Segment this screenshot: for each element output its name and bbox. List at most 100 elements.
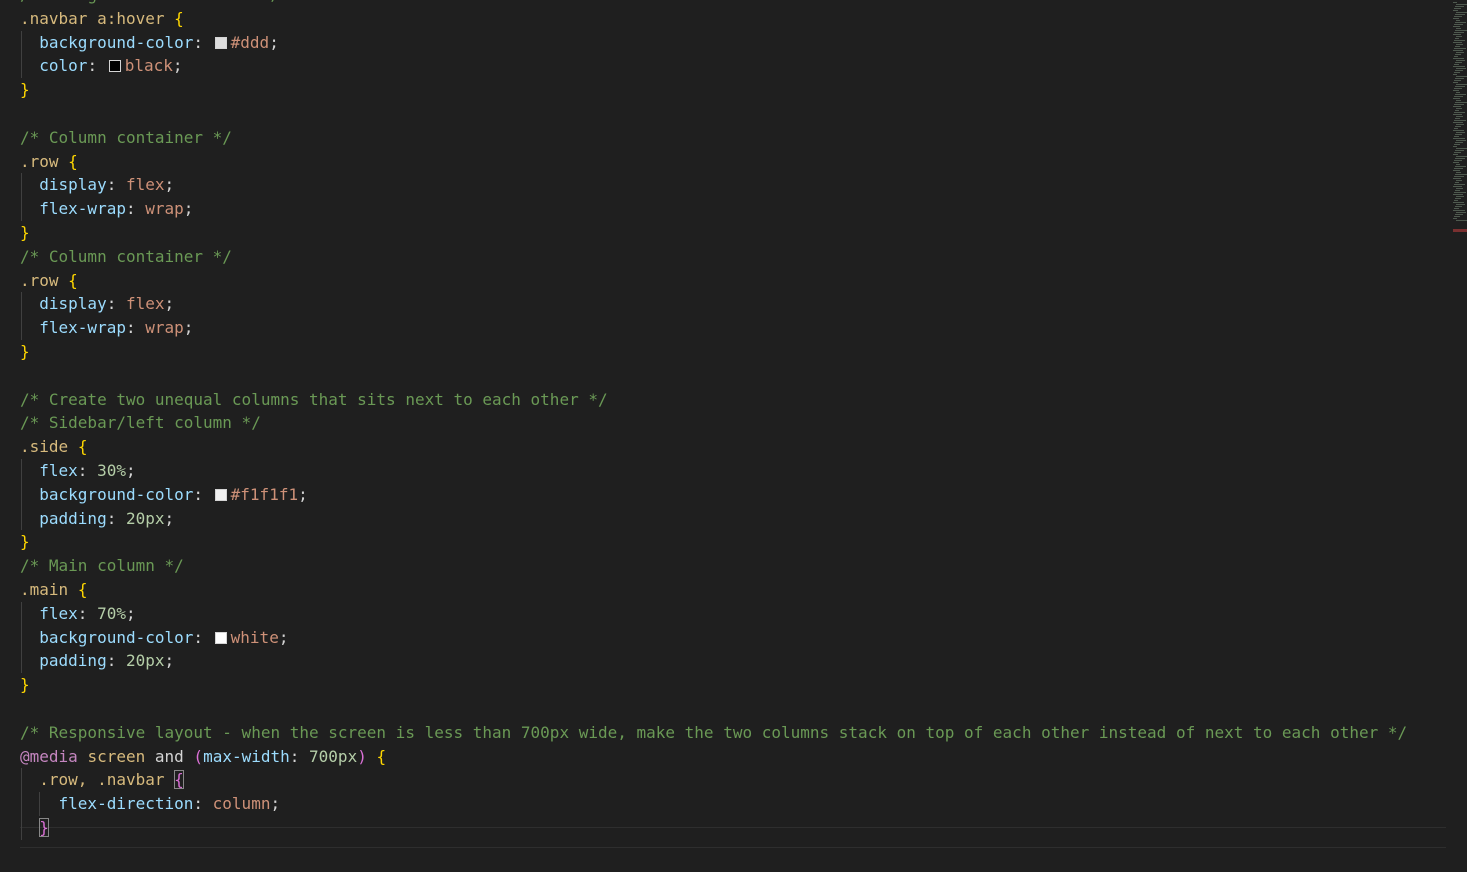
code-line[interactable]: padding: 20px; xyxy=(20,506,1407,531)
minimap-line xyxy=(1453,162,1459,163)
minimap-line xyxy=(1454,96,1463,97)
code-line[interactable] xyxy=(20,102,1407,126)
minimap[interactable] xyxy=(1453,0,1467,236)
css-value: black xyxy=(124,56,173,76)
code-line[interactable]: /* Change color on hover */ xyxy=(20,0,1407,7)
minimap-line xyxy=(1455,70,1463,71)
code-line[interactable]: color: black; xyxy=(20,54,1407,79)
code-line[interactable]: flex-wrap: wrap; xyxy=(20,316,1407,340)
minimap-line xyxy=(1455,30,1467,31)
minimap-line xyxy=(1456,188,1463,189)
code-line[interactable]: /* Column container */ xyxy=(20,126,1407,150)
minimap-line xyxy=(1454,40,1465,41)
minimap-line xyxy=(1456,12,1467,13)
minimap-line xyxy=(1456,4,1467,5)
color-swatch[interactable] xyxy=(214,631,227,644)
minimap-line xyxy=(1455,198,1461,199)
css-property: background-color xyxy=(39,484,194,504)
code-line[interactable]: flex-wrap: wrap; xyxy=(20,197,1407,221)
code-line[interactable]: @media screen and (max-width: 700px) { xyxy=(20,745,1407,769)
close-brace: } xyxy=(20,532,30,552)
code-line[interactable]: } xyxy=(20,78,1407,102)
minimap-line xyxy=(1456,212,1466,213)
minimap-line xyxy=(1456,76,1467,77)
code-line[interactable]: /* Sidebar/left column */ xyxy=(20,411,1407,435)
code-line[interactable]: .row { xyxy=(20,269,1407,293)
css-value: flex xyxy=(125,294,165,314)
color-swatch[interactable] xyxy=(214,488,227,501)
code-line[interactable]: flex: 70%; xyxy=(20,601,1407,626)
code-line[interactable]: background-color: #f1f1f1; xyxy=(20,482,1407,507)
indent-guide xyxy=(21,625,22,650)
code-line[interactable]: .main { xyxy=(20,578,1407,602)
code-line[interactable] xyxy=(20,697,1407,721)
minimap-line xyxy=(1454,72,1460,73)
indent-guide xyxy=(21,30,22,55)
code-line[interactable]: display: flex; xyxy=(20,173,1407,198)
minimap-line xyxy=(1455,174,1467,175)
minimap-line xyxy=(1453,114,1462,115)
code-line[interactable]: .navbar a:hover { xyxy=(20,7,1407,31)
code-line[interactable]: /* Main column */ xyxy=(20,554,1407,578)
minimap-line xyxy=(1456,92,1460,93)
indent-guide xyxy=(21,54,22,79)
code-line[interactable]: .side { xyxy=(20,435,1407,459)
minimap-line xyxy=(1454,8,1461,9)
code-line[interactable]: flex-direction: column; xyxy=(20,792,1407,816)
css-number: 20px xyxy=(125,651,165,671)
code-line[interactable]: .row { xyxy=(20,150,1407,174)
minimap-line xyxy=(1455,86,1465,87)
code-line[interactable]: display: flex; xyxy=(20,292,1407,317)
minimap-line xyxy=(1453,122,1463,123)
code-line[interactable]: /* Create two unequal columns that sits … xyxy=(20,388,1407,412)
minimap-error-marker xyxy=(1453,229,1467,232)
close-brace: } xyxy=(20,675,30,695)
minimap-line xyxy=(1456,172,1461,173)
code-comment: /* Sidebar/left column */ xyxy=(20,413,261,433)
code-line[interactable]: /* Responsive layout - when the screen i… xyxy=(20,721,1407,745)
code-comment: /* Change color on hover */ xyxy=(20,0,280,4)
minimap-line xyxy=(1453,66,1465,67)
css-property: color xyxy=(39,56,88,76)
minimap-line xyxy=(1453,202,1464,203)
code-line[interactable]: } xyxy=(20,221,1407,245)
code-line[interactable]: } xyxy=(20,530,1407,554)
minimap-line xyxy=(1456,180,1462,181)
css-property: flex xyxy=(39,603,78,623)
indent-guide xyxy=(21,292,22,317)
minimap-line xyxy=(1456,148,1467,149)
code-line[interactable]: .row, .navbar { xyxy=(20,768,1407,793)
code-line[interactable]: /* Column container */ xyxy=(20,245,1407,269)
css-property: display xyxy=(39,175,107,195)
color-swatch[interactable] xyxy=(214,36,227,49)
code-editor[interactable]: /* Change color on hover */ .navbar a:hov… xyxy=(0,0,1467,872)
minimap-line xyxy=(1456,196,1464,197)
open-brace: { xyxy=(68,270,78,290)
code-line[interactable]: background-color: white; xyxy=(20,625,1407,650)
code-line[interactable]: padding: 20px; xyxy=(20,649,1407,674)
minimap-line xyxy=(1455,110,1459,111)
minimap-line xyxy=(1455,14,1465,15)
css-selector: .row, .navbar xyxy=(39,770,165,790)
code-line[interactable]: flex: 30%; xyxy=(20,458,1407,483)
code-area[interactable]: /* Change color on hover */ .navbar a:hov… xyxy=(20,0,1407,840)
css-selector: .main xyxy=(20,579,69,599)
minimap-line xyxy=(1455,22,1466,23)
minimap-line xyxy=(1456,116,1463,117)
minimap-line xyxy=(1456,220,1467,221)
minimap-line xyxy=(1453,18,1459,19)
code-line[interactable]: } xyxy=(20,340,1407,364)
close-brace: } xyxy=(20,222,30,242)
minimap-line xyxy=(1456,132,1465,133)
open-brace: { xyxy=(68,151,78,171)
css-property: flex-wrap xyxy=(39,318,126,338)
minimap-line xyxy=(1454,88,1462,89)
color-swatch[interactable] xyxy=(108,60,121,73)
css-value: wrap xyxy=(145,199,184,219)
code-line[interactable]: } xyxy=(20,815,1407,840)
code-line[interactable] xyxy=(20,364,1407,388)
code-line[interactable]: background-color: #ddd; xyxy=(20,30,1407,55)
indent-guide xyxy=(21,316,22,340)
minimap-line xyxy=(1453,2,1457,3)
code-line[interactable]: } xyxy=(20,673,1407,697)
